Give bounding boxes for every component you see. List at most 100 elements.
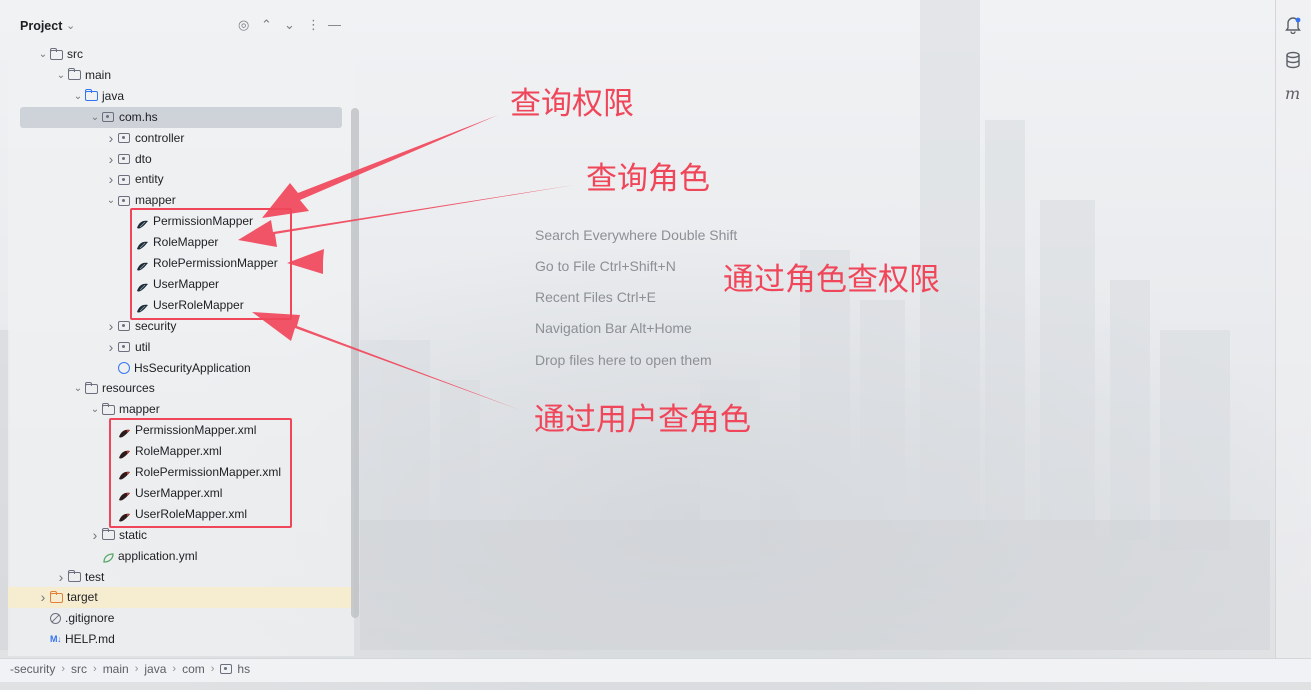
- tree-item-label: main: [85, 67, 112, 82]
- maven-icon[interactable]: m: [1285, 84, 1300, 103]
- chevron-right-icon[interactable]: ›: [54, 567, 68, 588]
- chevron-right-icon: ›: [93, 663, 97, 675]
- chevron-down-icon[interactable]: ⌄: [104, 190, 118, 211]
- tree-item-label: src: [67, 47, 83, 61]
- tree-item[interactable]: › target: [8, 587, 354, 609]
- package-icon: [118, 195, 130, 206]
- hint-go-to-file: Go to File Ctrl+Shift+N: [535, 258, 676, 274]
- chevron-right-icon: ›: [172, 663, 177, 675]
- breadcrumb-item[interactable]: main: [103, 662, 129, 676]
- tree-item[interactable]: ⌄ resources: [71, 378, 155, 399]
- project-panel-title[interactable]: Project: [20, 19, 62, 33]
- chevron-right-icon[interactable]: ›: [88, 525, 102, 546]
- chevron-down-icon[interactable]: ⌄: [71, 86, 85, 107]
- tree-item-label: com.hs: [119, 109, 158, 124]
- tree-item-label: controller: [135, 130, 185, 145]
- tree-item[interactable]: .gitignore: [36, 608, 114, 629]
- chevron-right-icon: ›: [210, 663, 215, 675]
- tree-item-label: target: [67, 590, 98, 605]
- folder-icon: [67, 570, 81, 582]
- tree-item-label: entity: [135, 172, 164, 187]
- tree-item[interactable]: › dto: [104, 149, 152, 170]
- mapper-interfaces-highlight: [130, 208, 292, 320]
- expand-icon[interactable]: ⌃: [261, 18, 272, 32]
- package-icon: [220, 664, 233, 674]
- tree-item-label: dto: [135, 151, 152, 166]
- chevron-down-icon[interactable]: ⌄: [54, 65, 68, 86]
- collapse-icon[interactable]: ⌄: [284, 18, 295, 32]
- annotation-user-to-role: 通过用户查角色: [534, 402, 751, 438]
- minimize-icon[interactable]: —: [328, 18, 341, 32]
- tree-item-label: resources: [102, 381, 155, 396]
- chevron-right-icon[interactable]: ›: [36, 587, 50, 608]
- spring-application-icon: [118, 362, 130, 374]
- tree-item-label: .gitignore: [65, 611, 115, 626]
- chevron-right-icon[interactable]: ›: [104, 128, 118, 149]
- chevron-right-icon: ›: [61, 663, 66, 675]
- folder-icon: [49, 47, 63, 60]
- chevron-down-icon[interactable]: ⌄: [36, 44, 50, 65]
- package-icon: [102, 112, 114, 123]
- notifications-icon[interactable]: [1285, 16, 1301, 39]
- hint-recent-files: Recent Files Ctrl+E: [535, 289, 656, 305]
- tree-item[interactable]: › test: [54, 567, 105, 588]
- package-icon: [118, 133, 130, 144]
- excluded-folder-icon: [49, 590, 63, 603]
- tree-item-label: test: [85, 569, 105, 584]
- tree-item[interactable]: › controller: [104, 128, 185, 149]
- tree-item[interactable]: M↓ HELP.md: [36, 629, 115, 650]
- chevron-down-icon[interactable]: ⌄: [71, 378, 85, 399]
- hint-drop-files: Drop files here to open them: [535, 352, 712, 368]
- breadcrumb: -security › src › main › java › com › hs: [10, 662, 250, 676]
- tree-item[interactable]: ⌄ src: [36, 44, 83, 65]
- tree-scrollbar[interactable]: [351, 108, 359, 618]
- annotation-role-to-permission: 通过角色查权限: [723, 262, 940, 298]
- tree-item[interactable]: ⌄ main: [54, 65, 111, 86]
- package-icon: [118, 321, 130, 332]
- crosshair-icon[interactable]: ◎: [238, 18, 249, 32]
- chevron-down-icon[interactable]: ⌄: [88, 107, 102, 128]
- ignore-file-icon: [50, 613, 61, 625]
- mapper-xml-highlight: [109, 418, 292, 528]
- chevron-right-icon[interactable]: ›: [104, 337, 118, 358]
- tree-item[interactable]: ⌄ java: [71, 86, 124, 107]
- chevron-right-icon[interactable]: ›: [104, 316, 118, 337]
- breadcrumb-item[interactable]: com: [182, 662, 205, 676]
- markdown-file-icon: M↓: [50, 634, 62, 645]
- hint-navigation-bar: Navigation Bar Alt+Home: [535, 320, 692, 336]
- tree-item-label: java: [102, 88, 125, 103]
- chevron-right-icon[interactable]: ›: [104, 169, 118, 190]
- yaml-file-icon: [102, 550, 115, 563]
- hint-search-everywhere: Search Everywhere Double Shift: [535, 227, 738, 243]
- tree-item[interactable]: › entity: [104, 169, 164, 190]
- tree-item[interactable]: › util: [104, 337, 151, 358]
- source-folder-icon: [84, 89, 98, 102]
- package-icon: [118, 154, 130, 164]
- tree-item-label: util: [135, 339, 151, 354]
- project-panel-header: Project ⌄ ◎ ⌃ ⌄ ⋮ —: [8, 10, 354, 42]
- tree-item-label: HELP.md: [65, 632, 115, 647]
- tree-item[interactable]: ⌄ com.hs: [20, 106, 342, 128]
- folder-icon: [67, 68, 81, 81]
- database-icon[interactable]: [1285, 51, 1301, 74]
- chevron-down-icon[interactable]: ⌄: [88, 399, 102, 420]
- chevron-down-icon[interactable]: ⌄: [66, 19, 75, 32]
- project-panel: Project ⌄ ◎ ⌃ ⌄ ⋮ — ⌄ src ⌄ main ⌄ java ⌄ com.h…: [8, 10, 359, 656]
- tree-item[interactable]: HsSecurityApplication: [104, 358, 251, 379]
- more-icon[interactable]: ⋮: [307, 18, 320, 32]
- chevron-right-icon: ›: [134, 663, 139, 675]
- tree-item-label: application.yml: [118, 548, 198, 563]
- chevron-right-icon[interactable]: ›: [104, 149, 118, 170]
- tree-item-label: HsSecurityApplication: [134, 360, 251, 375]
- resources-folder-icon: [84, 381, 98, 394]
- package-icon: [118, 342, 130, 353]
- breadcrumb-item[interactable]: hs: [237, 662, 250, 676]
- annotation-query-permission: 查询权限: [510, 86, 634, 122]
- package-icon: [118, 174, 130, 185]
- folder-icon: [101, 528, 115, 541]
- breadcrumb-item[interactable]: src: [71, 662, 87, 676]
- folder-icon: [101, 402, 115, 415]
- tree-item[interactable]: application.yml: [88, 546, 197, 567]
- breadcrumb-item[interactable]: java: [144, 662, 166, 676]
- breadcrumb-item[interactable]: -security: [10, 662, 55, 676]
